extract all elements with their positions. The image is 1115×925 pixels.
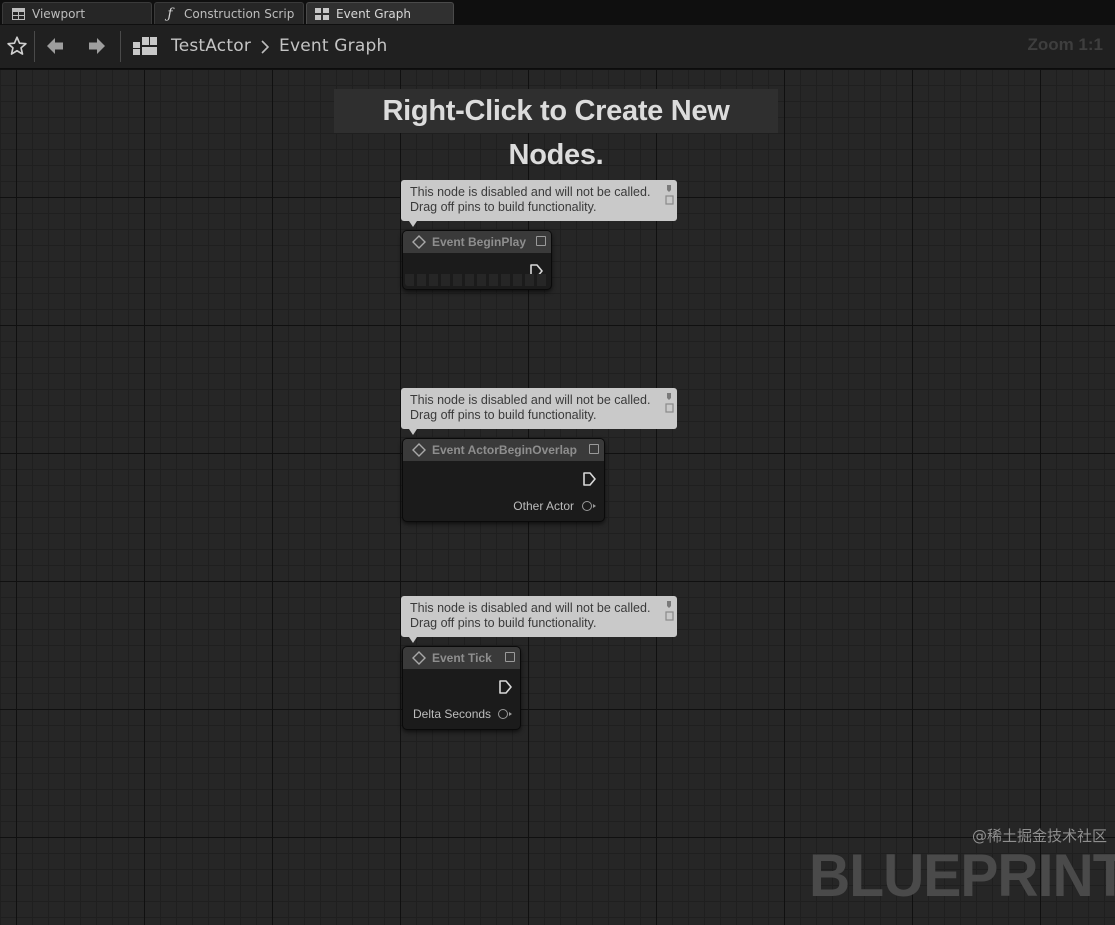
chevron-right-icon xyxy=(260,39,270,58)
node-title: Event BeginPlay xyxy=(432,235,527,249)
event-diamond-icon xyxy=(412,235,426,249)
comment-line: This node is disabled and will not be ca… xyxy=(410,393,651,407)
tab-label: Viewport xyxy=(32,6,86,21)
comment-tail xyxy=(409,429,417,435)
tab-event-graph[interactable]: Event Graph xyxy=(306,2,454,24)
comment-tail xyxy=(409,637,417,643)
event-actorbeginoverlap-node[interactable]: Event ActorBeginOverlap Other Actor xyxy=(402,438,605,522)
node-title: Event Tick xyxy=(432,651,492,665)
toolbar-divider xyxy=(34,31,35,62)
node-title: Event ActorBeginOverlap xyxy=(432,443,577,457)
event-diamond-icon xyxy=(412,651,426,665)
comment-tail xyxy=(409,221,417,227)
event-graph-canvas[interactable]: Right-Click to Create New Nodes. This no… xyxy=(0,69,1115,925)
toolbar-divider xyxy=(120,31,121,62)
zoom-level: Zoom 1:1 xyxy=(1027,35,1103,54)
exec-pin-icon[interactable] xyxy=(498,679,512,695)
node-footer xyxy=(405,274,549,286)
node-options-box[interactable] xyxy=(536,236,546,246)
favorite-star-icon[interactable] xyxy=(5,34,29,58)
node-options-box[interactable] xyxy=(589,444,599,454)
graph-icon xyxy=(315,7,329,21)
breadcrumb-testactor[interactable]: TestActor xyxy=(171,36,251,56)
viewport-grid-icon xyxy=(11,7,25,21)
tab-label: Construction Scrip xyxy=(184,6,295,21)
function-icon: ƒ xyxy=(167,5,173,22)
tab-viewport[interactable]: Viewport xyxy=(2,2,152,24)
delta-seconds-pin[interactable] xyxy=(498,709,512,719)
comment-pin-icon[interactable] xyxy=(664,599,674,623)
tab-strip: Viewport ƒ Construction Scrip Event Grap… xyxy=(0,0,1115,25)
breadcrumb-event-graph[interactable]: Event Graph xyxy=(279,36,387,56)
other-actor-pin-label: Other Actor xyxy=(513,499,574,513)
event-beginplay-node[interactable]: Event BeginPlay xyxy=(402,230,552,290)
graph-toolbar: TestActor Event Graph Zoom 1:1 xyxy=(0,25,1115,69)
disabled-node-comment: This node is disabled and will not be ca… xyxy=(401,388,677,435)
back-arrow-icon[interactable] xyxy=(43,34,67,58)
exec-pin-icon[interactable] xyxy=(582,471,596,487)
disabled-node-comment: This node is disabled and will not be ca… xyxy=(401,596,677,643)
event-tick-node[interactable]: Event Tick Delta Seconds xyxy=(402,646,521,730)
forward-arrow-icon[interactable] xyxy=(85,34,109,58)
graph-icon xyxy=(133,34,157,58)
comment-line: Drag off pins to build functionality. xyxy=(410,616,597,630)
disabled-node-comment: This node is disabled and will not be ca… xyxy=(401,180,677,227)
tab-label: Event Graph xyxy=(336,6,411,21)
create-nodes-hint: Right-Click to Create New Nodes. xyxy=(334,89,778,171)
image-credit: @稀土掘金技术社区 xyxy=(971,827,1107,845)
comment-pin-icon[interactable] xyxy=(664,391,674,415)
tab-construction-script[interactable]: ƒ Construction Scrip xyxy=(154,2,304,24)
comment-line: Drag off pins to build functionality. xyxy=(410,408,597,422)
other-actor-pin[interactable] xyxy=(582,501,596,511)
blueprint-watermark: BLUEPRINT xyxy=(809,842,1115,909)
comment-line: This node is disabled and will not be ca… xyxy=(410,601,651,615)
delta-seconds-pin-label: Delta Seconds xyxy=(413,707,492,721)
comment-line: This node is disabled and will not be ca… xyxy=(410,185,651,199)
comment-pin-icon[interactable] xyxy=(664,183,674,207)
event-diamond-icon xyxy=(412,443,426,457)
node-options-box[interactable] xyxy=(505,652,515,662)
comment-line: Drag off pins to build functionality. xyxy=(410,200,597,214)
